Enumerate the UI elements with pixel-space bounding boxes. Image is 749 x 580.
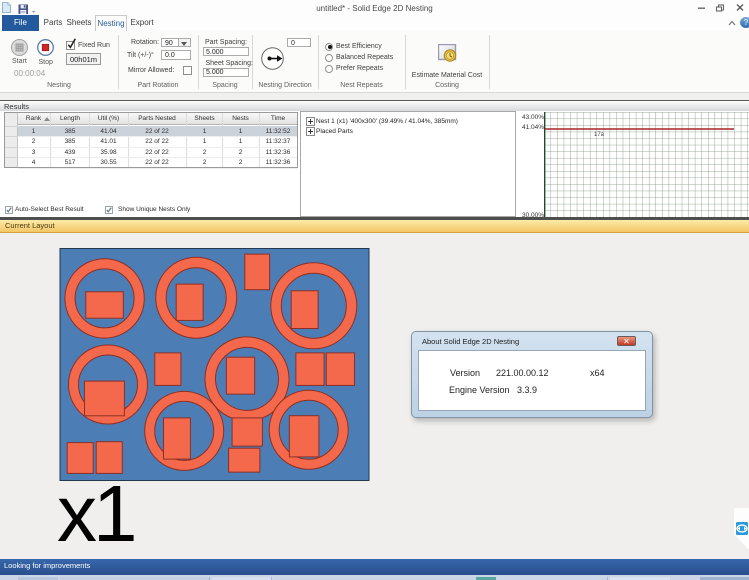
svg-text:17a: 17a (594, 132, 605, 138)
